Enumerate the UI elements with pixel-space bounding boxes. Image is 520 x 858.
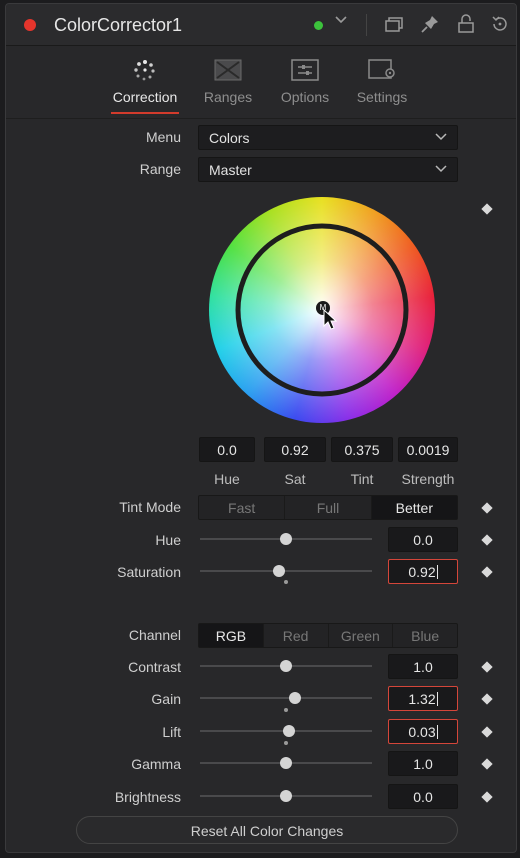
tool-enable-toggle[interactable] [24, 19, 36, 31]
channel-rgb[interactable]: RGB [199, 624, 264, 647]
chevron-down-icon [435, 128, 447, 147]
tab-bar: Correction Ranges Options Settings [6, 47, 516, 119]
hue-label: Hue [155, 532, 181, 548]
menu-label: Menu [145, 129, 181, 145]
ranges-icon [214, 59, 242, 81]
menu-dropdown[interactable]: Colors [198, 125, 458, 150]
tool-header: ColorCorrector1 [6, 4, 516, 46]
tool-title: ColorCorrector1 [54, 15, 183, 35]
keyframe-diamond-icon[interactable] [481, 502, 493, 514]
wheel-sat-field[interactable]: 0.92 [264, 437, 326, 462]
keyframe-diamond-icon[interactable] [481, 693, 493, 705]
gain-slider-handle[interactable] [288, 692, 301, 704]
wheel-hue-label: Hue [214, 471, 240, 487]
text-caret [436, 565, 438, 579]
gain-slider[interactable] [200, 697, 372, 699]
wheel-tint-label: Tint [350, 471, 374, 487]
cursor-arrow-icon [323, 308, 339, 336]
status-indicator[interactable] [314, 21, 323, 30]
keyframe-diamond-icon[interactable] [481, 661, 493, 673]
channel-label: Channel [128, 627, 181, 643]
lift-label: Lift [162, 724, 181, 740]
channel-blue[interactable]: Blue [393, 624, 457, 647]
default-marker [284, 708, 288, 712]
lock-icon[interactable] [457, 14, 475, 39]
contrast-slider-handle[interactable] [280, 660, 292, 672]
active-tab-indicator [111, 112, 179, 114]
gain-field[interactable]: 1.32 [388, 686, 458, 711]
tint-mode-full[interactable]: Full [285, 496, 372, 519]
options-icon [291, 59, 319, 81]
tab-ranges[interactable]: Ranges [188, 47, 268, 117]
tint-mode-better[interactable]: Better [371, 496, 457, 519]
gamma-label: Gamma [131, 756, 181, 772]
settings-icon [368, 59, 396, 81]
chevron-down-icon[interactable] [334, 12, 348, 31]
tab-options[interactable]: Options [265, 47, 345, 117]
saturation-slider-handle[interactable] [273, 565, 286, 577]
version-icon[interactable] [384, 14, 404, 39]
saturation-value: 0.92 [408, 564, 436, 580]
saturation-field[interactable]: 0.92 [388, 559, 458, 584]
chevron-down-icon [435, 160, 447, 179]
wheel-hue-field[interactable]: 0.0 [199, 437, 255, 462]
tab-label: Ranges [203, 89, 253, 105]
channel-selector: RGB Red Green Blue [198, 623, 458, 648]
range-dropdown[interactable]: Master [198, 157, 458, 182]
keyframe-diamond-icon[interactable] [481, 726, 493, 738]
divider [366, 14, 367, 36]
wheel-strength-field[interactable]: 0.0019 [398, 437, 458, 462]
lift-field[interactable]: 0.03 [388, 719, 458, 744]
hue-slider-handle[interactable] [280, 533, 292, 545]
keyframe-diamond-icon[interactable] [481, 534, 493, 546]
saturation-label: Saturation [117, 564, 181, 580]
tint-mode-label: Tint Mode [119, 499, 181, 515]
pin-icon[interactable] [420, 14, 440, 39]
contrast-label: Contrast [128, 659, 181, 675]
hue-field[interactable]: 0.0 [388, 527, 458, 552]
keyframe-diamond-icon[interactable] [481, 566, 493, 578]
brightness-field[interactable]: 0.0 [388, 784, 458, 809]
tint-mode-fast[interactable]: Fast [199, 496, 286, 519]
brightness-label: Brightness [114, 789, 181, 805]
correction-icon [131, 59, 159, 81]
channel-red[interactable]: Red [264, 624, 329, 647]
keyframe-diamond-icon[interactable] [481, 203, 493, 215]
tab-label: Settings [356, 89, 408, 105]
wheel-tint-field[interactable]: 0.375 [331, 437, 393, 462]
default-marker [284, 580, 288, 584]
inspector-panel: ColorCorrector1 Correction Ranges Option… [5, 3, 517, 853]
color-wheel[interactable]: M [207, 195, 437, 425]
tab-label: Options [280, 89, 330, 105]
wheel-sat-label: Sat [284, 471, 306, 487]
gamma-slider-handle[interactable] [280, 757, 292, 769]
lift-value: 0.03 [408, 724, 436, 740]
keyframe-diamond-icon[interactable] [481, 791, 493, 803]
reset-all-button[interactable]: Reset All Color Changes [76, 816, 458, 844]
gain-label: Gain [151, 691, 181, 707]
gain-value: 1.32 [408, 691, 436, 707]
brightness-slider-handle[interactable] [280, 790, 292, 802]
contrast-field[interactable]: 1.0 [388, 654, 458, 679]
gamma-field[interactable]: 1.0 [388, 751, 458, 776]
keyframe-diamond-icon[interactable] [481, 758, 493, 770]
saturation-slider[interactable] [200, 570, 372, 572]
reset-icon[interactable] [490, 14, 510, 39]
channel-green[interactable]: Green [329, 624, 394, 647]
tab-label: Correction [112, 89, 178, 105]
wheel-strength-label: Strength [401, 471, 455, 487]
text-caret [436, 725, 438, 739]
tab-settings[interactable]: Settings [342, 47, 422, 117]
range-label: Range [139, 161, 181, 177]
tab-correction[interactable]: Correction [105, 47, 185, 117]
default-marker [284, 741, 288, 745]
tint-mode-selector: Fast Full Better [198, 495, 458, 520]
menu-value: Colors [209, 130, 250, 146]
range-value: Master [209, 162, 252, 178]
lift-slider-handle[interactable] [283, 725, 296, 737]
text-caret [436, 692, 438, 706]
